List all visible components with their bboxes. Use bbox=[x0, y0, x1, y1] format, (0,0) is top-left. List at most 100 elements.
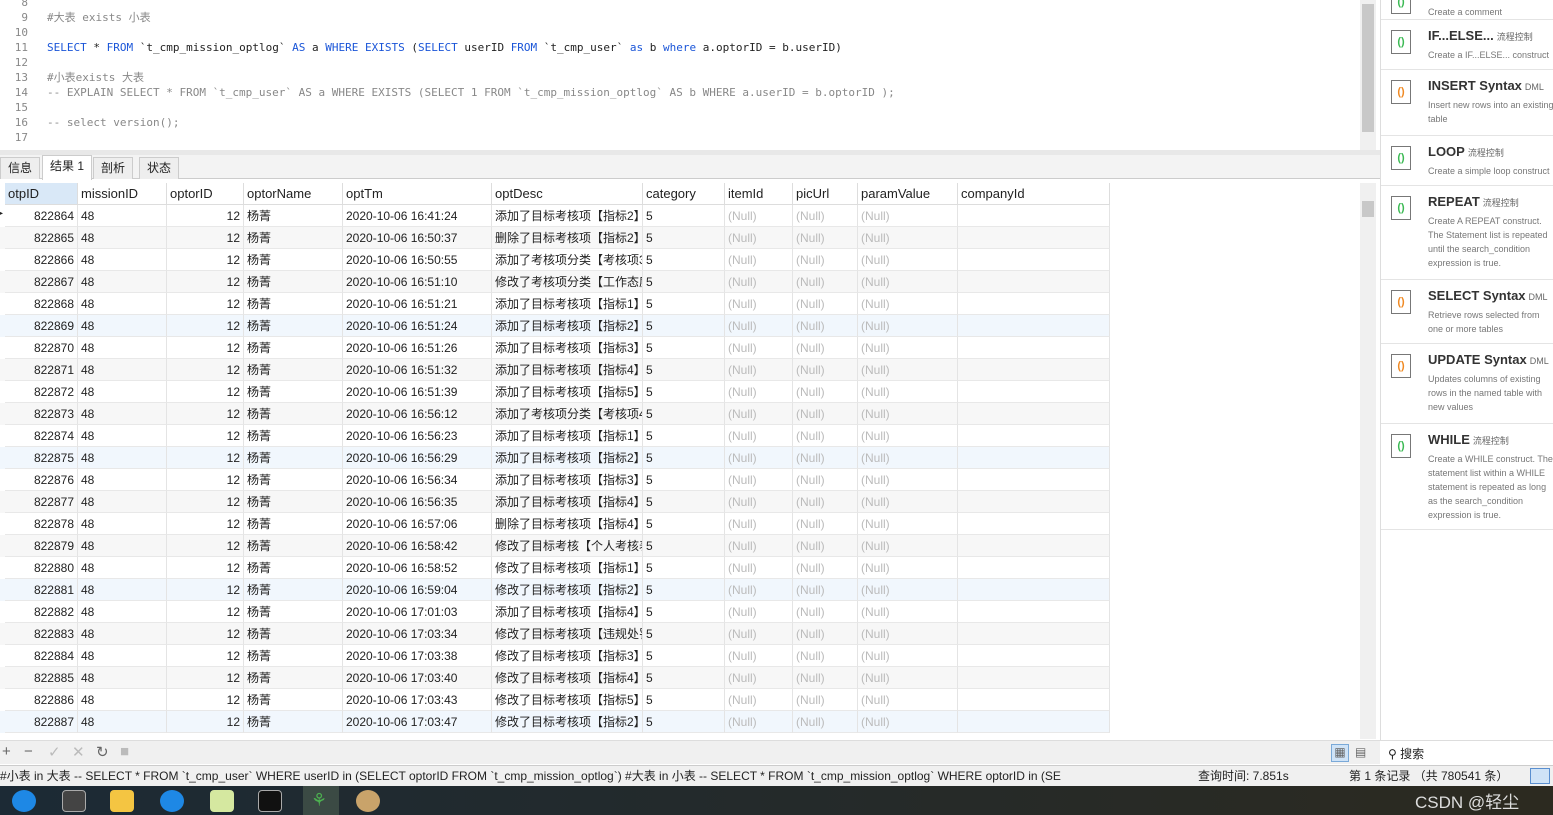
cell-missionID[interactable]: 48 bbox=[78, 557, 167, 579]
cell-picUrl[interactable]: (Null) bbox=[793, 469, 858, 491]
cell-category[interactable]: 5 bbox=[643, 381, 725, 403]
cell-optTm[interactable]: 2020-10-06 16:56:34 bbox=[343, 469, 492, 491]
cell-optDesc[interactable]: 添加了目标考核项【指标5】 bbox=[492, 381, 643, 403]
cell-paramValue[interactable]: (Null) bbox=[858, 491, 958, 513]
discard-icon[interactable]: ✕ bbox=[72, 743, 85, 761]
cell-picUrl[interactable]: (Null) bbox=[793, 249, 858, 271]
table-row[interactable]: 822877 48 12 杨菁 2020-10-06 16:56:35 添加了目标考核项【… bbox=[0, 491, 1110, 513]
cell-missionID[interactable]: 48 bbox=[78, 513, 167, 535]
table-row[interactable]: 822875 48 12 杨菁 2020-10-06 16:56:29 添加了目标考核项【… bbox=[0, 447, 1110, 469]
cell-otpID[interactable]: 822877 bbox=[5, 491, 78, 513]
grid-scrollbar[interactable] bbox=[1360, 183, 1376, 739]
cell-optTm[interactable]: 2020-10-06 16:51:26 bbox=[343, 337, 492, 359]
folder-icon[interactable] bbox=[110, 790, 134, 812]
app-icon-monitor[interactable] bbox=[62, 790, 86, 812]
cell-missionID[interactable]: 48 bbox=[78, 535, 167, 557]
cell-optorName[interactable]: 杨菁 bbox=[244, 359, 343, 381]
cell-itemId[interactable]: (Null) bbox=[725, 447, 793, 469]
cell-companyId[interactable] bbox=[958, 491, 1110, 513]
cell-picUrl[interactable]: (Null) bbox=[793, 491, 858, 513]
cell-otpID[interactable]: 822864 bbox=[5, 205, 78, 227]
cell-optorID[interactable]: 12 bbox=[167, 689, 244, 711]
cell-picUrl[interactable]: (Null) bbox=[793, 513, 858, 535]
cell-otpID[interactable]: 822867 bbox=[5, 271, 78, 293]
tab-status[interactable]: 状态 bbox=[139, 157, 180, 179]
cell-itemId[interactable]: (Null) bbox=[725, 425, 793, 447]
cell-companyId[interactable] bbox=[958, 293, 1110, 315]
cell-optTm[interactable]: 2020-10-06 17:03:38 bbox=[343, 645, 492, 667]
cell-missionID[interactable]: 48 bbox=[78, 205, 167, 227]
cell-optorID[interactable]: 12 bbox=[167, 337, 244, 359]
cell-otpID[interactable]: 822874 bbox=[5, 425, 78, 447]
cell-optDesc[interactable]: 修改了目标考核项【指标5】 bbox=[492, 689, 643, 711]
cell-otpID[interactable]: 822866 bbox=[5, 249, 78, 271]
editor-line[interactable]: 12 bbox=[0, 55, 47, 70]
cell-otpID[interactable]: 822868 bbox=[5, 293, 78, 315]
cell-paramValue[interactable]: (Null) bbox=[858, 337, 958, 359]
cell-itemId[interactable]: (Null) bbox=[725, 645, 793, 667]
column-header-optTm[interactable]: optTm bbox=[343, 183, 492, 205]
notepad-icon[interactable] bbox=[210, 790, 234, 812]
column-header-optorID[interactable]: optorID bbox=[167, 183, 244, 205]
cell-optTm[interactable]: 2020-10-06 16:56:29 bbox=[343, 447, 492, 469]
cell-optorID[interactable]: 12 bbox=[167, 315, 244, 337]
cell-otpID[interactable]: 822887 bbox=[5, 711, 78, 733]
cell-picUrl[interactable]: (Null) bbox=[793, 425, 858, 447]
refresh-icon[interactable]: ↻ bbox=[96, 743, 109, 761]
cell-picUrl[interactable]: (Null) bbox=[793, 271, 858, 293]
table-row[interactable]: 822876 48 12 杨菁 2020-10-06 16:56:34 添加了目标考核项【… bbox=[0, 469, 1110, 491]
editor-line[interactable]: 15 bbox=[0, 100, 47, 115]
cell-category[interactable]: 5 bbox=[643, 579, 725, 601]
cell-optDesc[interactable]: 修改了目标考核项【指标3】 bbox=[492, 645, 643, 667]
cell-category[interactable]: 5 bbox=[643, 601, 725, 623]
cell-category[interactable]: 5 bbox=[643, 491, 725, 513]
cell-itemId[interactable]: (Null) bbox=[725, 513, 793, 535]
cell-itemId[interactable]: (Null) bbox=[725, 623, 793, 645]
cell-itemId[interactable]: (Null) bbox=[725, 205, 793, 227]
cell-otpID[interactable]: 822881 bbox=[5, 579, 78, 601]
table-row[interactable]: 822868 48 12 杨菁 2020-10-06 16:51:21 添加了目标考核项【… bbox=[0, 293, 1110, 315]
cell-companyId[interactable] bbox=[958, 205, 1110, 227]
cell-picUrl[interactable]: (Null) bbox=[793, 381, 858, 403]
cell-optorName[interactable]: 杨菁 bbox=[244, 513, 343, 535]
tab-profile[interactable]: 剖析 bbox=[93, 157, 134, 179]
cell-itemId[interactable]: (Null) bbox=[725, 579, 793, 601]
cell-missionID[interactable]: 48 bbox=[78, 359, 167, 381]
column-header-paramValue[interactable]: paramValue bbox=[858, 183, 958, 205]
table-row[interactable]: 822883 48 12 杨菁 2020-10-06 17:03:34 修改了目标考核项【… bbox=[0, 623, 1110, 645]
snippet-item[interactable]: () SELECT Syntax DML Retrieve rows selected… bbox=[1381, 280, 1553, 344]
cell-itemId[interactable]: (Null) bbox=[725, 557, 793, 579]
table-row[interactable]: 822866 48 12 杨菁 2020-10-06 16:50:55 添加了考核项分类【… bbox=[0, 249, 1110, 271]
cell-companyId[interactable] bbox=[958, 227, 1110, 249]
cell-optTm[interactable]: 2020-10-06 16:56:23 bbox=[343, 425, 492, 447]
cell-optorID[interactable]: 12 bbox=[167, 491, 244, 513]
cell-missionID[interactable]: 48 bbox=[78, 623, 167, 645]
cell-companyId[interactable] bbox=[958, 425, 1110, 447]
cell-companyId[interactable] bbox=[958, 469, 1110, 491]
cell-picUrl[interactable]: (Null) bbox=[793, 579, 858, 601]
cell-picUrl[interactable]: (Null) bbox=[793, 535, 858, 557]
column-header-category[interactable]: category bbox=[643, 183, 725, 205]
cell-itemId[interactable]: (Null) bbox=[725, 535, 793, 557]
cell-companyId[interactable] bbox=[958, 403, 1110, 425]
snippet-item[interactable]: () IF...ELSE... 流程控制 Create a IF...ELSE... … bbox=[1381, 20, 1553, 70]
cell-category[interactable]: 5 bbox=[643, 249, 725, 271]
cell-picUrl[interactable]: (Null) bbox=[793, 227, 858, 249]
cell-itemId[interactable]: (Null) bbox=[725, 315, 793, 337]
cell-optorID[interactable]: 12 bbox=[167, 271, 244, 293]
cell-optTm[interactable]: 2020-10-06 16:50:55 bbox=[343, 249, 492, 271]
cell-optorID[interactable]: 12 bbox=[167, 227, 244, 249]
cell-paramValue[interactable]: (Null) bbox=[858, 425, 958, 447]
cell-optorID[interactable]: 12 bbox=[167, 293, 244, 315]
table-row[interactable]: 822871 48 12 杨菁 2020-10-06 16:51:32 添加了目标考核项【… bbox=[0, 359, 1110, 381]
cell-category[interactable]: 5 bbox=[643, 271, 725, 293]
cell-picUrl[interactable]: (Null) bbox=[793, 557, 858, 579]
cell-picUrl[interactable]: (Null) bbox=[793, 205, 858, 227]
add-row-icon[interactable]: + bbox=[2, 743, 11, 760]
navicat-icon[interactable]: ⚘ bbox=[303, 786, 339, 815]
cell-optDesc[interactable]: 添加了目标考核项【指标2】 bbox=[492, 205, 643, 227]
cell-paramValue[interactable]: (Null) bbox=[858, 667, 958, 689]
cell-optorID[interactable]: 12 bbox=[167, 425, 244, 447]
cell-missionID[interactable]: 48 bbox=[78, 249, 167, 271]
cell-companyId[interactable] bbox=[958, 249, 1110, 271]
